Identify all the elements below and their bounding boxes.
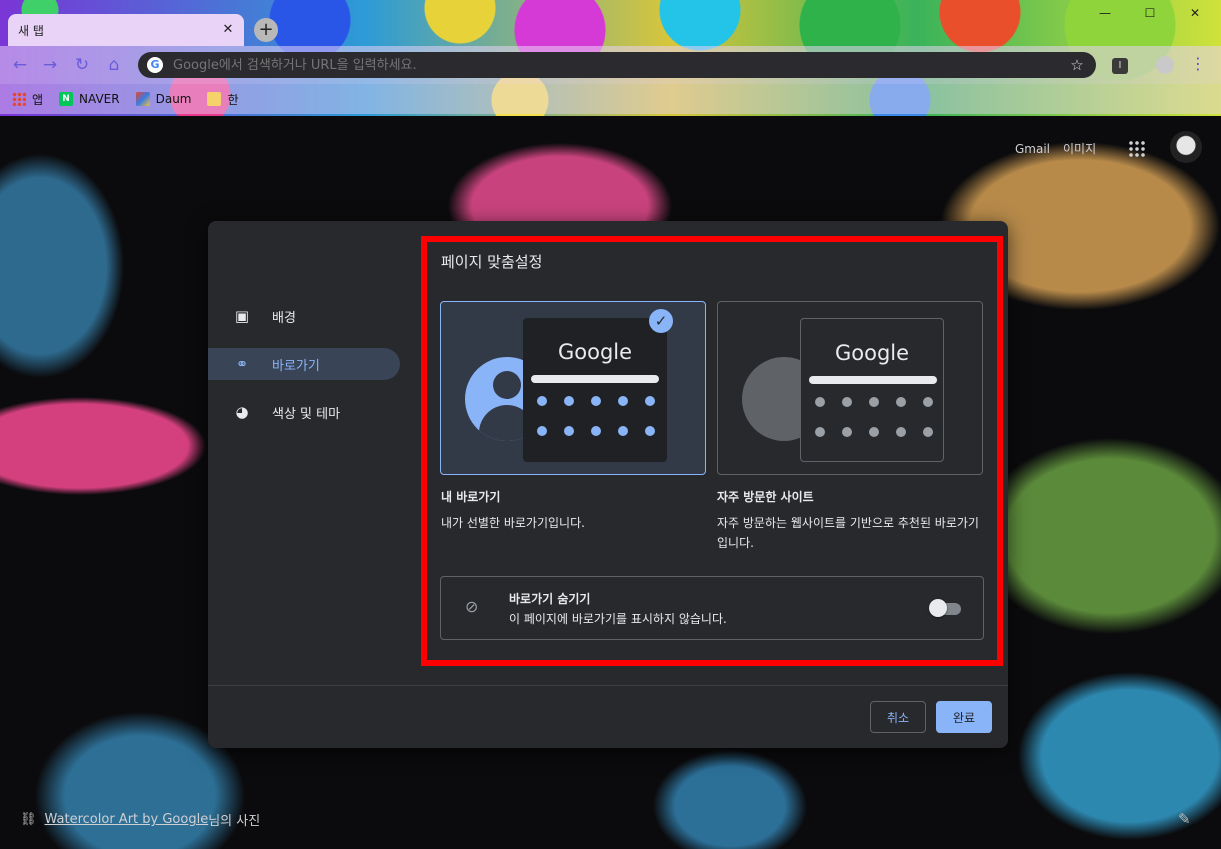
sidebar-item-color-theme[interactable]: ◕ 색상 및 테마 bbox=[208, 396, 400, 428]
cancel-button[interactable]: 취소 bbox=[870, 701, 926, 733]
tab-new-tab[interactable]: 새 탭 ✕ bbox=[8, 14, 244, 46]
photo-credit: ⛓ Watercolor Art by Google 님의 사진 bbox=[20, 810, 260, 829]
option-desc: 자주 방문하는 웹사이트를 기반으로 추천된 바로가기입니다. bbox=[717, 516, 979, 550]
back-icon[interactable]: ← bbox=[10, 55, 30, 75]
toolbar: ← → ↻ ⌂ G ☆ I ⋮ bbox=[0, 46, 1221, 84]
option-most-visited[interactable]: Google bbox=[717, 301, 983, 475]
option-title: 내 바로가기 bbox=[441, 490, 501, 504]
profile-icon[interactable] bbox=[1156, 56, 1174, 74]
folder-icon bbox=[207, 92, 222, 106]
home-icon[interactable]: ⌂ bbox=[104, 55, 124, 75]
sidebar-item-label: 색상 및 테마 bbox=[272, 406, 341, 422]
option-my-shortcuts[interactable]: Google ✓ bbox=[440, 301, 706, 475]
bookmark-daum[interactable]: Daum bbox=[135, 92, 192, 106]
extension-icon[interactable]: I bbox=[1112, 58, 1128, 74]
hide-shortcuts-title: 바로가기 숨기기 bbox=[509, 592, 591, 606]
sidebar-item-label: 바로가기 bbox=[272, 358, 320, 374]
sidebar-item-background[interactable]: ▣ 배경 bbox=[208, 300, 400, 332]
bookmark-label: 한 bbox=[227, 92, 239, 107]
link-icon: ⚭ bbox=[235, 355, 249, 373]
images-link[interactable]: 이미지 bbox=[1063, 140, 1096, 157]
footer-divider bbox=[208, 685, 1008, 686]
naver-icon: N bbox=[59, 92, 74, 106]
close-tab-icon[interactable]: ✕ bbox=[220, 22, 236, 38]
new-tab-button[interactable]: + bbox=[254, 18, 278, 42]
eye-off-icon: ⊘ bbox=[465, 597, 479, 616]
close-window-icon[interactable]: ✕ bbox=[1188, 6, 1202, 20]
hide-shortcuts-desc: 이 페이지에 바로가기를 표시하지 않습니다. bbox=[509, 612, 727, 626]
google-apps-icon[interactable] bbox=[1128, 140, 1146, 158]
daum-icon bbox=[135, 92, 150, 106]
customize-dialog: ▣ 배경 ⚭ 바로가기 ◕ 색상 및 테마 페이지 맞춤설정 Google ✓ … bbox=[208, 221, 1008, 748]
bookmark-label: NAVER bbox=[79, 92, 120, 106]
credit-link[interactable]: Watercolor Art by Google bbox=[45, 812, 209, 827]
browser-chrome: 새 탭 ✕ + — ☐ ✕ ← → ↻ ⌂ G ☆ I ⋮ 앱 N NAVER … bbox=[0, 0, 1221, 116]
bookmark-label: Daum bbox=[155, 92, 192, 106]
dialog-title: 페이지 맞춤설정 bbox=[441, 253, 543, 271]
menu-icon[interactable]: ⋮ bbox=[1190, 54, 1206, 73]
shortcut-preview: Google bbox=[800, 318, 944, 462]
bookmark-naver[interactable]: N NAVER bbox=[59, 92, 120, 106]
shortcut-preview: Google bbox=[523, 318, 667, 462]
tab-title: 새 탭 bbox=[18, 23, 44, 38]
toggle-knob[interactable] bbox=[929, 599, 947, 617]
preview-searchbar bbox=[531, 375, 659, 383]
hide-shortcuts-row[interactable]: ⊘ 바로가기 숨기기 이 페이지에 바로가기를 표시하지 않습니다. bbox=[440, 576, 984, 640]
preview-logo: Google bbox=[834, 341, 910, 365]
bookmark-apps[interactable]: 앱 bbox=[12, 91, 43, 108]
sidebar-item-shortcuts[interactable]: ⚭ 바로가기 bbox=[208, 348, 400, 380]
done-button[interactable]: 완료 bbox=[936, 701, 992, 733]
check-icon: ✓ bbox=[649, 309, 673, 333]
apps-icon bbox=[12, 92, 26, 106]
forward-icon[interactable]: → bbox=[40, 55, 60, 75]
omnibox-input[interactable] bbox=[171, 56, 1068, 74]
palette-icon: ◕ bbox=[235, 403, 249, 421]
preview-searchbar bbox=[809, 376, 937, 384]
option-desc: 내가 선별한 바로가기입니다. bbox=[441, 516, 585, 530]
link-icon: ⛓ bbox=[20, 812, 37, 827]
account-avatar[interactable] bbox=[1170, 131, 1202, 163]
maximize-icon[interactable]: ☐ bbox=[1143, 6, 1157, 20]
bookmark-label: 앱 bbox=[32, 92, 44, 107]
bookmarks-bar: 앱 N NAVER Daum 한 bbox=[0, 84, 1221, 114]
pencil-icon[interactable]: ✎ bbox=[1178, 810, 1191, 828]
google-icon: G bbox=[147, 57, 163, 73]
credit-suffix: 님의 사진 bbox=[208, 814, 261, 829]
image-icon: ▣ bbox=[234, 307, 250, 325]
bookmark-star-icon[interactable]: ☆ bbox=[1068, 56, 1086, 74]
sidebar-item-label: 배경 bbox=[272, 310, 296, 326]
option-title: 자주 방문한 사이트 bbox=[717, 490, 814, 504]
reload-icon[interactable]: ↻ bbox=[72, 55, 92, 75]
bookmark-folder[interactable]: 한 bbox=[207, 91, 239, 108]
gmail-link[interactable]: Gmail bbox=[1015, 142, 1050, 156]
minimize-icon[interactable]: — bbox=[1098, 6, 1112, 20]
preview-logo: Google bbox=[557, 340, 633, 364]
omnibox[interactable]: G ☆ bbox=[138, 52, 1096, 78]
